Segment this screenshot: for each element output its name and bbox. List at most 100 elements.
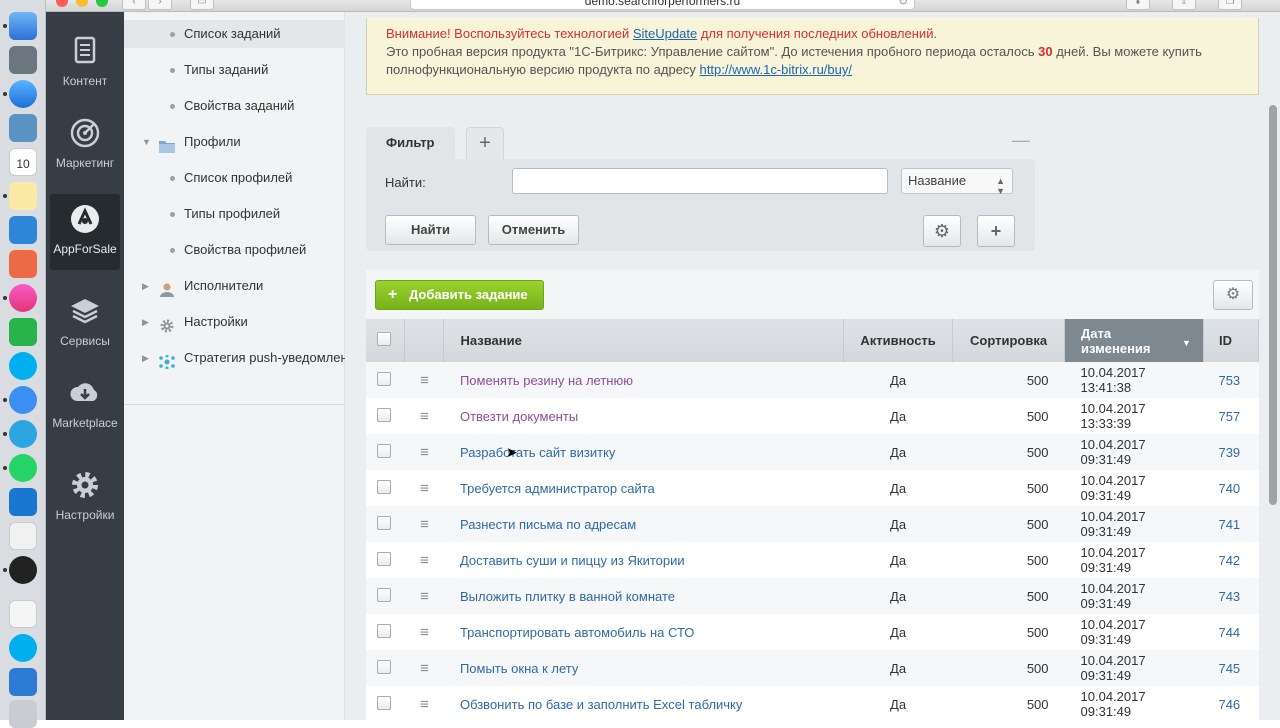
task-name-link[interactable]: Доставить суши и пиццу из Якитории [460,553,685,568]
table-row[interactable]: ≡ Поменять резину на летнюю Да 500 10.04.201… [366,362,1259,398]
filter-add-button[interactable]: + [977,215,1015,247]
task-id-link[interactable]: 739 [1218,445,1240,460]
task-name-link[interactable]: Помыть окна к лету [460,661,578,676]
music-icon[interactable] [9,284,37,312]
table-row[interactable]: ≡ Обзвонить по базе и заполнить Excel таб… [366,686,1259,722]
skype-icon[interactable] [9,352,37,380]
url-bar[interactable]: demo.searchforperformers.ru ↻ [410,0,915,10]
tree-item-task-types[interactable]: Типы заданий [124,56,345,84]
textedit-icon[interactable] [9,522,37,550]
facetime-icon[interactable] [9,318,37,346]
messages-icon[interactable] [9,386,37,414]
row-checkbox[interactable] [377,623,391,638]
task-id-link[interactable]: 743 [1218,589,1240,604]
quicktime-icon[interactable] [9,556,37,584]
row-checkbox[interactable] [377,515,391,530]
page-scrollbar[interactable] [1269,105,1277,505]
task-id-link[interactable]: 745 [1218,661,1240,676]
nav-marketplace[interactable]: Marketplace [50,368,120,444]
task-name-link[interactable]: Транспортировать автомобиль на СТО [460,625,694,640]
app-store-icon[interactable] [9,488,37,516]
drag-handle-icon[interactable]: ≡ [418,697,430,712]
select-all-checkbox[interactable] [377,332,391,346]
tabs-icon[interactable]: ❐ [1218,0,1242,10]
nav-services[interactable]: Сервисы [50,286,120,362]
preview-icon[interactable] [9,114,37,142]
table-row[interactable]: ≡ Разнести письма по адресам Да 500 10.04.20… [366,506,1259,542]
notes-icon[interactable] [9,182,37,210]
add-filter-tab-button[interactable]: + [466,127,504,159]
table-row[interactable]: ≡ Помыть окна к лету Да 500 10.04.2017 09:31… [366,650,1259,686]
calendar-icon[interactable]: 10 [9,148,37,176]
row-checkbox[interactable] [377,371,391,386]
drag-handle-icon[interactable]: ≡ [418,445,430,460]
tree-item-profiles[interactable]: ▼ Профили [124,128,345,156]
buy-link[interactable]: http://www.1c-bitrix.ru/buy/ [700,62,852,77]
task-name-link[interactable]: Поменять резину на летнюю [460,373,633,388]
drag-handle-icon[interactable]: ≡ [418,373,430,388]
task-id-link[interactable]: 757 [1218,409,1240,424]
safari-icon[interactable] [9,80,37,108]
drag-handle-icon[interactable]: ≡ [418,553,430,568]
task-id-link[interactable]: 746 [1218,697,1240,712]
column-header-name[interactable]: Название [443,319,845,362]
close-window-icon[interactable] [56,0,68,7]
task-name-link[interactable]: Разработать сайт визитку [460,445,615,460]
siteupdate-link[interactable]: SiteUpdate [633,26,697,41]
filter-tab[interactable]: Фильтр [366,127,455,159]
collapsed-arrow-icon[interactable]: ▶ [142,308,149,336]
whatsapp-icon[interactable] [9,454,37,482]
add-task-button[interactable]: + Добавить задание [375,280,544,310]
task-id-link[interactable]: 744 [1218,625,1240,640]
column-header-sort[interactable]: Сортировка [952,319,1066,362]
find-button[interactable]: Найти [385,215,476,245]
search-input[interactable] [512,168,888,194]
drag-handle-icon[interactable]: ≡ [418,625,430,640]
task-id-link[interactable]: 742 [1218,553,1240,568]
drag-handle-icon[interactable]: ≡ [418,661,430,676]
nav-marketing[interactable]: Маркетинг [50,108,120,184]
drag-handle-icon[interactable]: ≡ [418,589,430,604]
table-row[interactable]: ≡ Транспортировать автомобиль на СТО Да 500… [366,614,1259,650]
cancel-button[interactable]: Отменить [488,215,579,245]
tree-item-profile-properties[interactable]: Свойства профилей [124,236,345,264]
document-file-icon[interactable] [9,600,37,628]
share-icon[interactable]: ⇧ [1172,0,1196,10]
tree-item-performers[interactable]: ▶ Исполнители [124,272,345,300]
nav-settings[interactable]: Настройки [50,460,120,536]
task-name-link[interactable]: Обзвонить по базе и заполнить Excel табл… [460,697,742,712]
row-checkbox[interactable] [377,443,391,458]
expanded-arrow-icon[interactable]: ▼ [142,128,151,156]
collapsed-arrow-icon[interactable]: ▶ [142,344,149,372]
task-id-link[interactable]: 741 [1218,517,1240,532]
table-row[interactable]: ≡ Требуется администратор сайта Да 500 10.04… [366,470,1259,506]
finder-icon[interactable] [9,12,37,40]
calculator-icon[interactable] [9,250,37,278]
reload-icon[interactable]: ↻ [898,0,908,9]
task-name-link[interactable]: Выложить плитку в ванной комнате [460,589,675,604]
row-checkbox[interactable] [377,695,391,710]
list-settings-button[interactable]: ⚙ [1213,280,1253,310]
column-header-id[interactable]: ID [1203,319,1260,362]
task-name-link[interactable]: Разнести письма по адресам [460,517,636,532]
nav-appforsale[interactable]: AppForSale [50,194,120,270]
nav-content[interactable]: Контент [50,26,120,102]
telegram-icon[interactable] [9,420,37,448]
table-row[interactable]: ≡ Доставить суши и пиццу из Якитории Да 500… [366,542,1259,578]
tree-item-profile-types[interactable]: Типы профилей [124,200,345,228]
drag-handle-icon[interactable]: ≡ [418,481,430,496]
table-row[interactable]: ≡ Отвезти документы Да 500 10.04.2017 13:33:… [366,398,1259,434]
table-row[interactable]: ≡ Разработать сайт визитку Да 500 10.04.2017… [366,434,1259,470]
tree-item-task-properties[interactable]: Свойства заданий [124,92,345,120]
launchpad-icon[interactable] [9,46,37,74]
download-icon[interactable]: ⬇ [1126,0,1150,10]
task-id-link[interactable]: 740 [1218,481,1240,496]
row-checkbox[interactable] [377,587,391,602]
skype-file-icon[interactable] [9,634,37,662]
collapse-filter-button[interactable]: — [1012,130,1030,151]
xcode-icon[interactable] [9,216,37,244]
filter-field-select[interactable]: Название ▲ ▼ [901,168,1013,196]
row-checkbox[interactable] [377,407,391,422]
row-checkbox[interactable] [377,479,391,494]
drag-handle-icon[interactable]: ≡ [418,409,430,424]
